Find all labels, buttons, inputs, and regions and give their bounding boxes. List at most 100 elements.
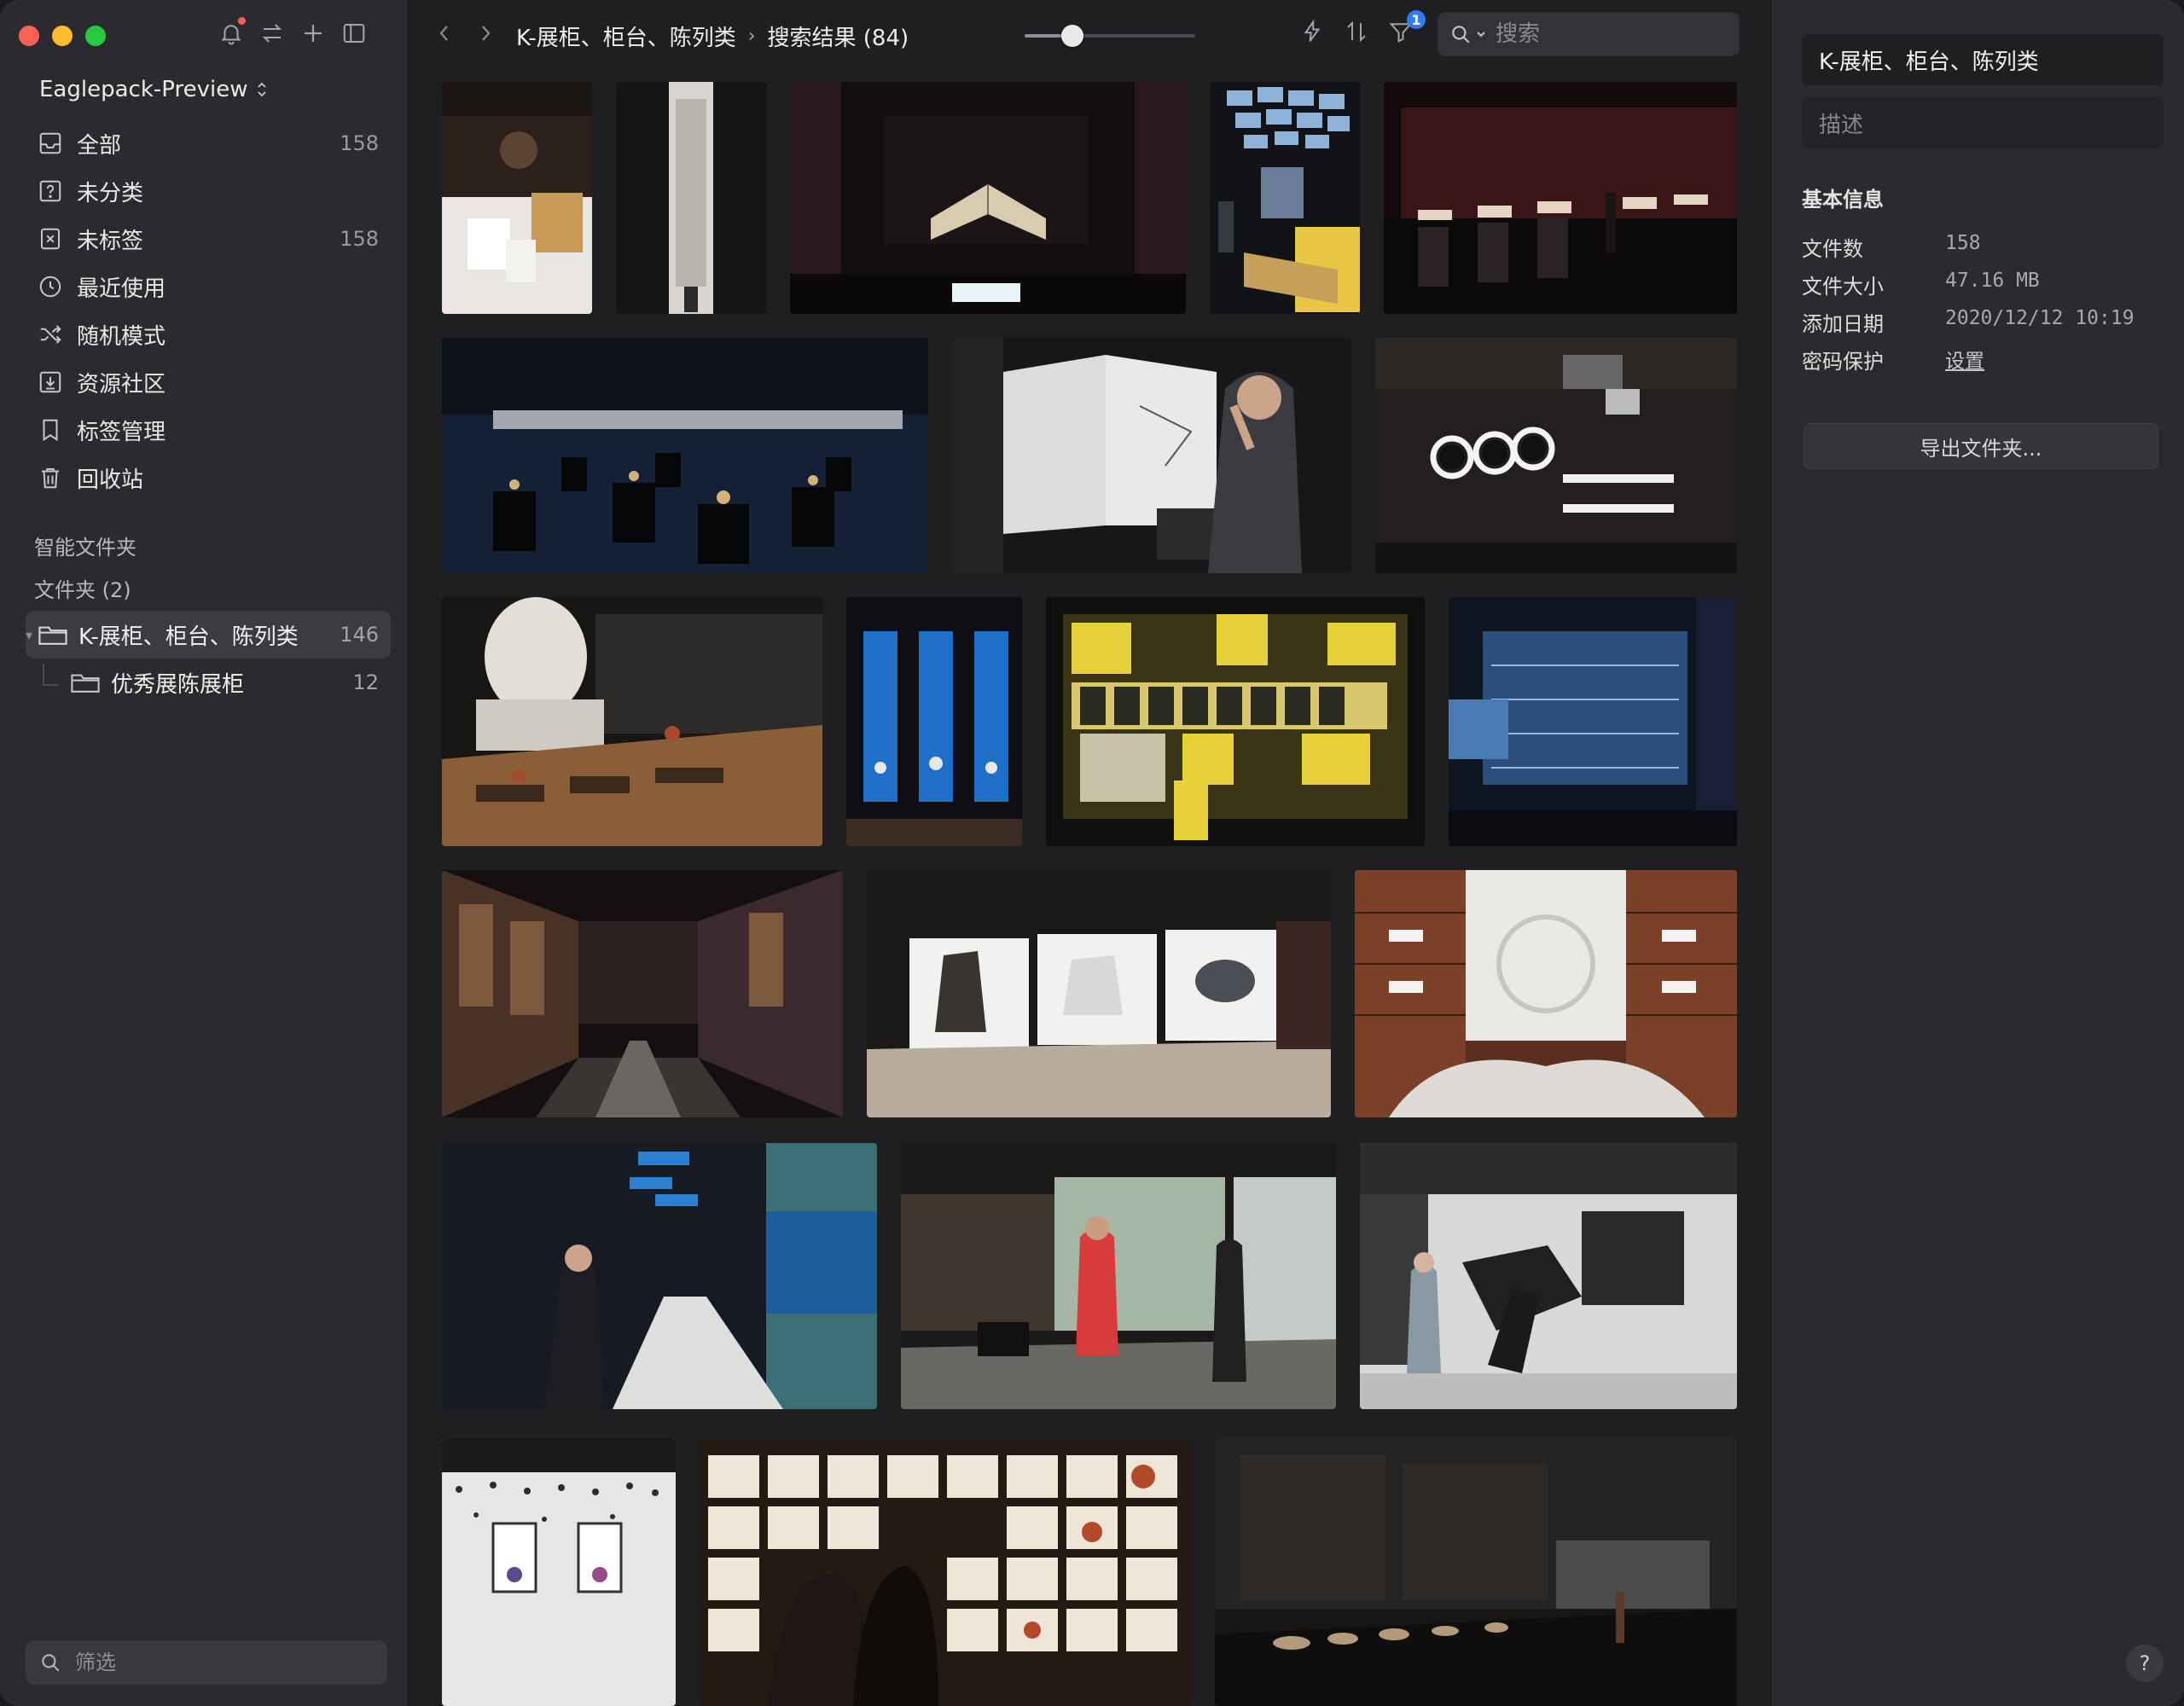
image-preview (442, 870, 843, 1117)
app-window: Eaglepack-Preview 全部 158 未分类 未标签 158 最近使 (0, 0, 2184, 1706)
chevron-down-icon[interactable] (1475, 28, 1487, 40)
set-password-link[interactable]: 设置 (1945, 345, 1984, 374)
sidebar-item-tag-management[interactable]: 标签管理 (26, 406, 391, 454)
info-row-file-size: 文件大小 47.16 MB (1802, 270, 2169, 299)
shuffle-icon (38, 322, 63, 347)
sidebar-item-label: 随机模式 (77, 323, 166, 350)
smart-folders-header[interactable]: 智能文件夹 (34, 531, 136, 560)
thumbnail[interactable] (901, 1143, 1336, 1409)
image-preview (442, 597, 822, 846)
minimize-window-button[interactable] (52, 26, 73, 46)
question-box-icon (38, 178, 63, 204)
sidebar-item-recent[interactable]: 最近使用 (26, 263, 391, 310)
help-button[interactable]: ? (2126, 1645, 2164, 1682)
folder-item[interactable]: 优秀展陈展柜 12 (26, 659, 391, 706)
thumbnail[interactable] (952, 338, 1351, 573)
info-row-password: 密码保护 设置 (1802, 345, 2169, 374)
info-key: 文件大小 (1802, 275, 1884, 299)
library-switcher[interactable]: Eaglepack-Preview (39, 77, 270, 102)
search-input[interactable] (1494, 20, 1702, 48)
thumbnail[interactable] (1215, 1438, 1737, 1706)
image-preview (1360, 1143, 1737, 1409)
folder-item-selected[interactable]: ▾ K-展柜、柜台、陈列类 146 (26, 611, 391, 659)
search-box[interactable] (1438, 12, 1740, 56)
library-name: Eaglepack-Preview (39, 77, 248, 102)
zoom-slider-handle[interactable] (1061, 25, 1083, 47)
trash-icon (38, 465, 63, 490)
thumbnail[interactable] (442, 1143, 877, 1409)
thumbnail[interactable] (1355, 870, 1737, 1117)
maximize-window-button[interactable] (85, 26, 106, 46)
info-key: 密码保护 (1802, 350, 1884, 374)
chevron-down-icon[interactable]: ▾ (26, 627, 38, 643)
folder-icon (71, 674, 100, 693)
thumbnail[interactable] (790, 82, 1186, 314)
thumbnail[interactable] (442, 1438, 676, 1706)
image-preview (442, 338, 928, 573)
thumbnail[interactable] (1210, 82, 1360, 314)
info-row-file-count: 文件数 158 (1802, 232, 2169, 262)
thumbnail[interactable] (1375, 338, 1737, 573)
sidebar-item-count: 158 (340, 131, 379, 155)
description-field[interactable]: 描述 (1802, 97, 2164, 148)
sort-arrows-icon (1347, 20, 1366, 43)
sort-button[interactable] (1344, 19, 1374, 49)
thumbnail[interactable] (442, 82, 592, 314)
sidebar-item-uncategorized[interactable]: 未分类 (26, 167, 391, 215)
image-preview (442, 82, 592, 314)
thumbnail[interactable] (616, 82, 766, 314)
quick-action-button[interactable] (1299, 19, 1330, 49)
plus-icon (305, 25, 322, 42)
thumbnail[interactable] (1449, 597, 1737, 846)
thumbnail[interactable] (1046, 597, 1425, 846)
breadcrumb-folder[interactable]: K-展柜、柜台、陈列类 (516, 20, 736, 52)
filter-button[interactable]: 1 (1388, 10, 1426, 49)
back-button[interactable] (434, 20, 460, 51)
sidebar-item-untagged[interactable]: 未标签 158 (26, 215, 391, 263)
close-window-button[interactable] (19, 26, 39, 46)
thumbnail[interactable] (1360, 1143, 1737, 1409)
filter-input[interactable] (73, 1650, 367, 1675)
info-value: 158 (1945, 232, 1981, 254)
thumbnail[interactable] (867, 870, 1331, 1117)
zoom-slider[interactable] (1025, 25, 1195, 47)
tag-off-icon (38, 226, 63, 252)
sidebar-nav: 全部 158 未分类 未标签 158 最近使用 随机模式 资源社区 标签管理 回… (26, 119, 391, 502)
image-preview (867, 870, 1331, 1117)
toggle-sidebar-button[interactable] (341, 19, 367, 48)
thumbnail-grid (409, 0, 1770, 1706)
sidebar-item-random[interactable]: 随机模式 (26, 310, 391, 358)
folder-count: 12 (352, 670, 379, 694)
sidebar-item-trash[interactable]: 回收站 (26, 454, 391, 502)
image-preview (1355, 870, 1737, 1117)
folder-label: 优秀展陈展柜 (111, 671, 245, 698)
sidebar: Eaglepack-Preview 全部 158 未分类 未标签 158 最近使 (0, 0, 409, 1706)
add-button[interactable] (300, 19, 326, 48)
thumbnail[interactable] (442, 870, 843, 1117)
lightning-icon (1304, 19, 1321, 42)
toolbar: K-展柜、柜台、陈列类 › 搜索结果 (84) 1 (409, 0, 1770, 70)
thumbnail[interactable] (1384, 82, 1737, 314)
sidebar-item-all[interactable]: 全部 158 (26, 119, 391, 167)
filter-field[interactable] (26, 1640, 387, 1685)
thumbnail[interactable] (442, 597, 822, 846)
notification-button[interactable] (218, 17, 246, 48)
image-preview (901, 1143, 1336, 1409)
export-folder-button[interactable]: 导出文件夹... (1804, 423, 2158, 469)
sync-button[interactable] (259, 19, 285, 48)
image-preview (1384, 82, 1737, 314)
sidebar-item-community[interactable]: 资源社区 (26, 358, 391, 406)
forward-button[interactable] (475, 20, 501, 51)
chevron-updown-icon (258, 82, 267, 97)
thumbnail[interactable] (442, 338, 928, 573)
image-preview (1375, 338, 1737, 573)
sidebar-item-label: 回收站 (77, 467, 144, 493)
basic-info-header: 基本信息 (1802, 188, 1884, 212)
search-icon (42, 1654, 60, 1672)
sidebar-item-label: 未分类 (77, 180, 144, 206)
folder-name-field[interactable]: K-展柜、柜台、陈列类 (1802, 34, 2164, 85)
thumbnail[interactable] (700, 1438, 1191, 1706)
thumbnail[interactable] (846, 597, 1022, 846)
image-preview (700, 1438, 1191, 1706)
folders-header[interactable]: 文件夹 (2) (34, 573, 131, 603)
